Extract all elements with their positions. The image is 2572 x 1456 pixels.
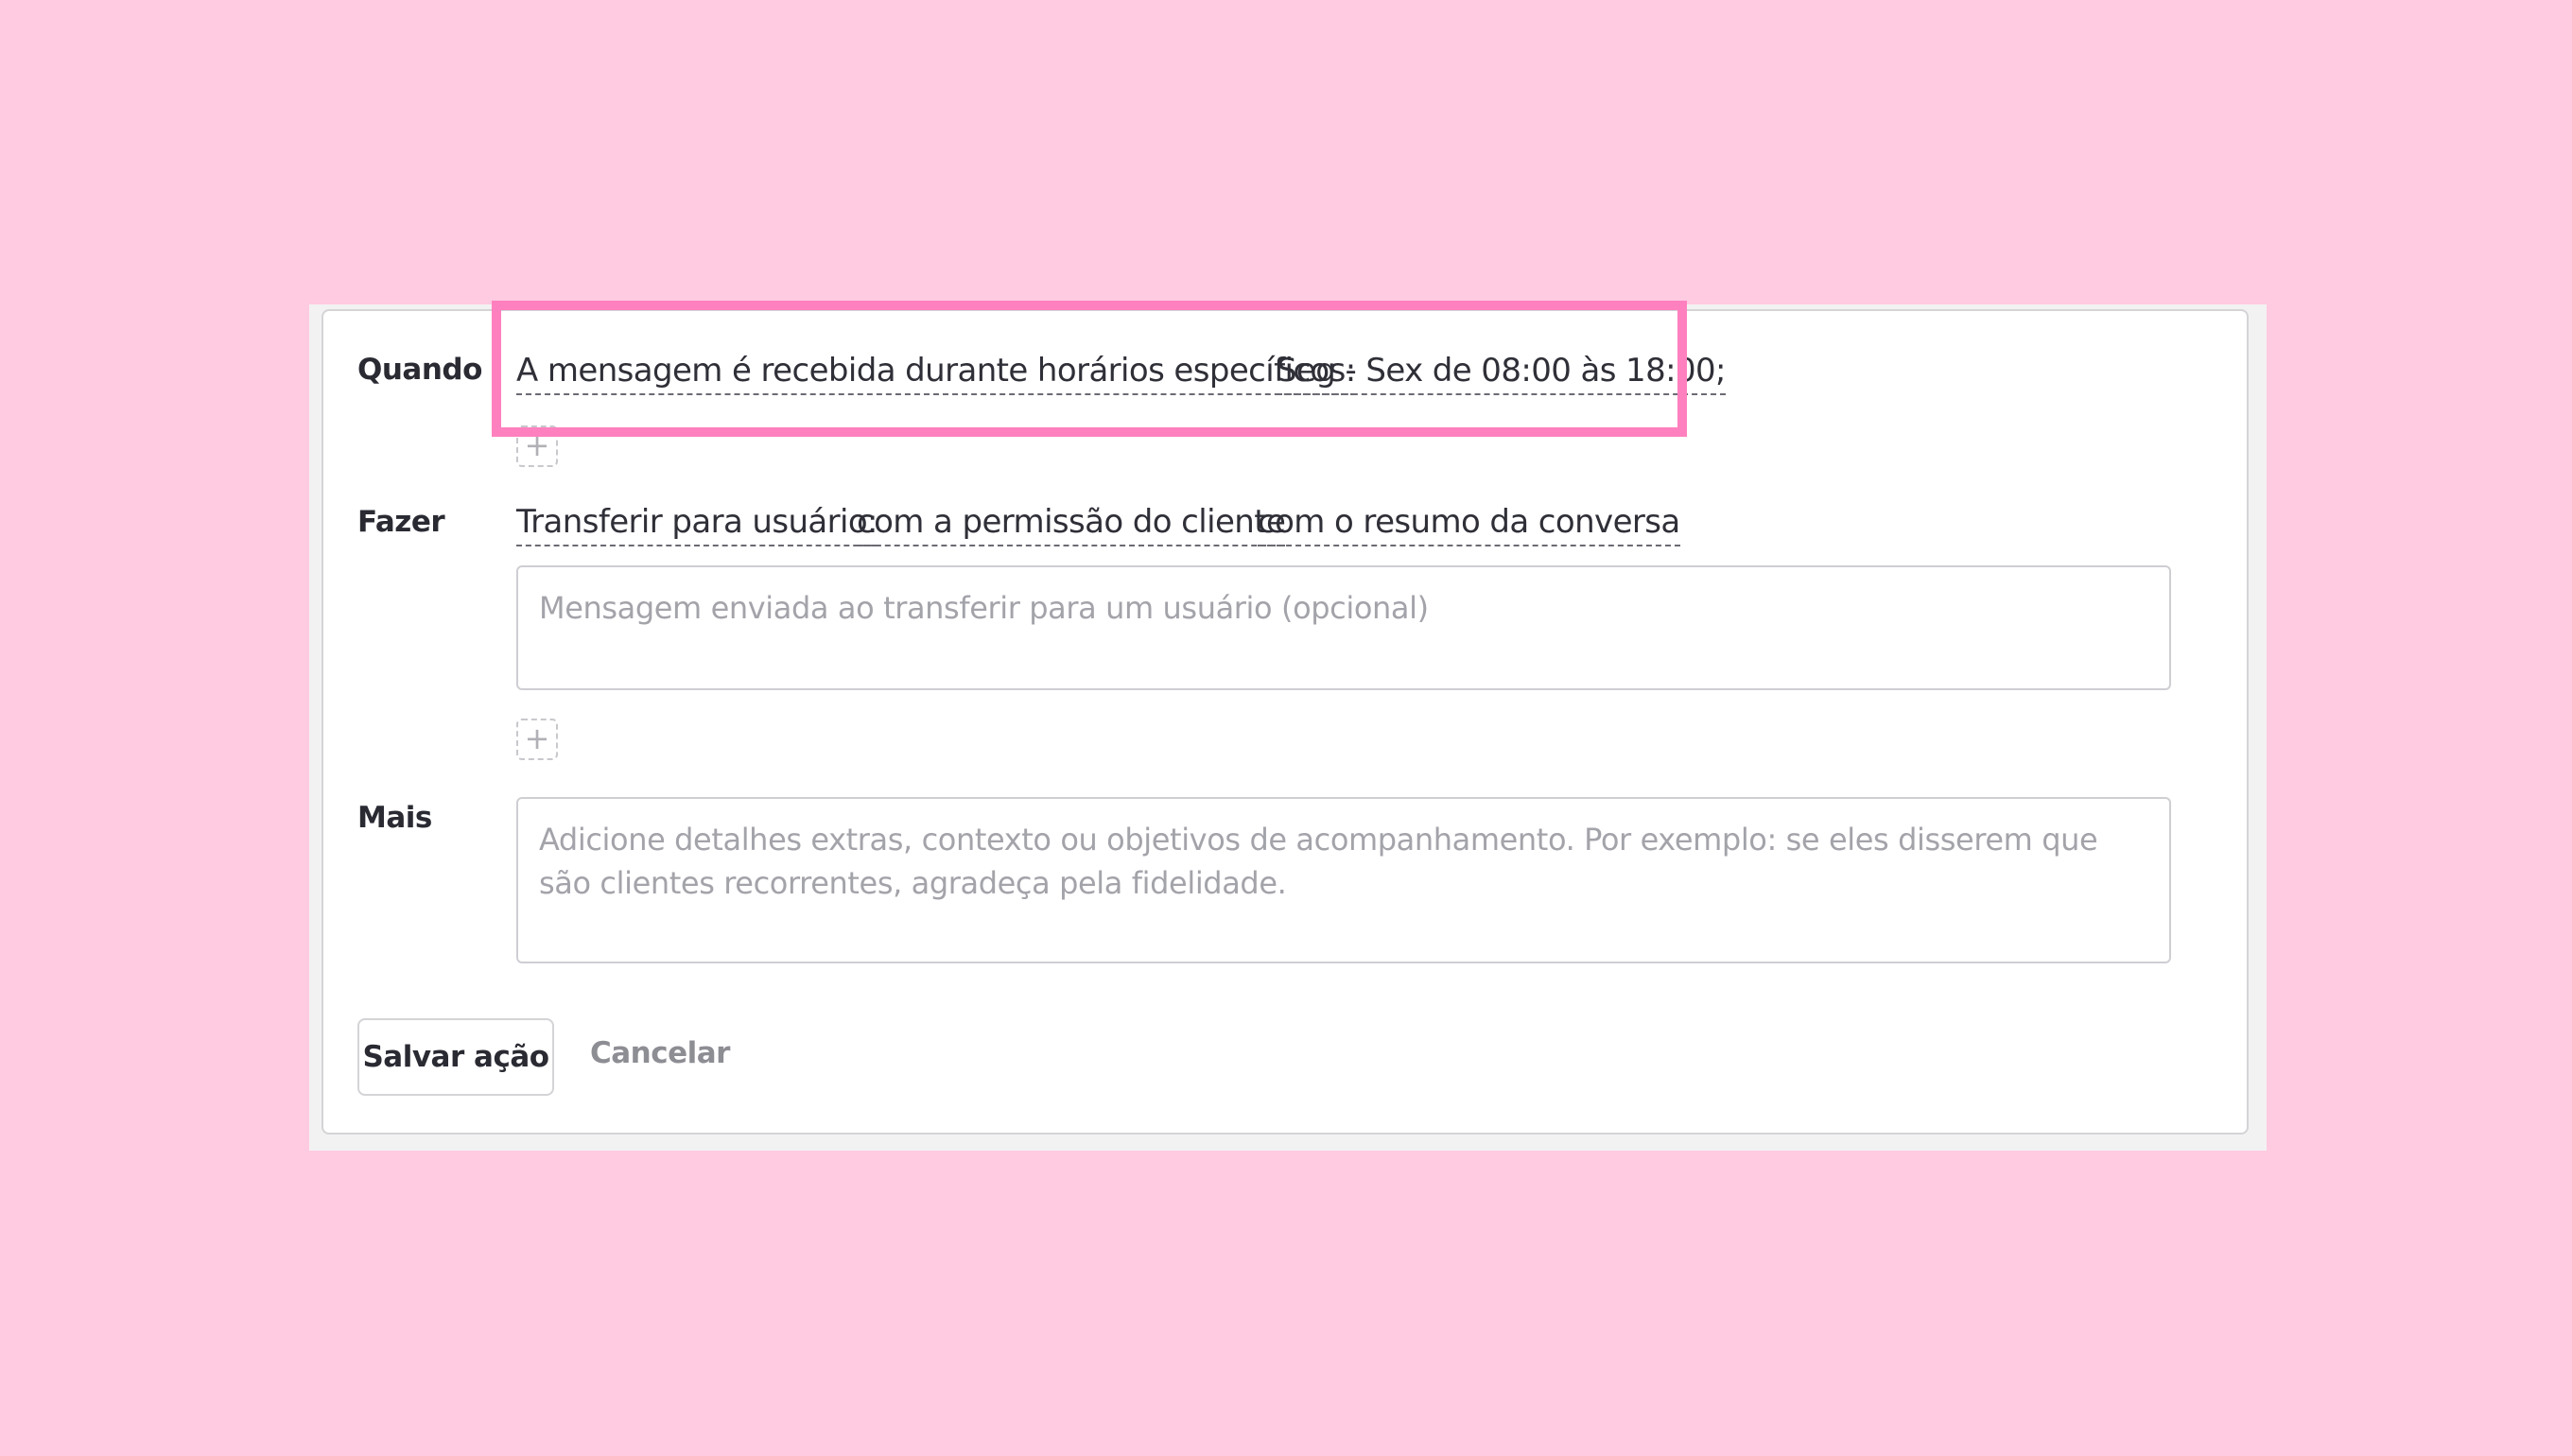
do-label: Fazer [357, 505, 445, 539]
plus-icon: + [524, 720, 550, 756]
plus-icon: + [524, 427, 550, 463]
when-schedule-chip[interactable]: Seg - Sex de 08:00 às 18:00; [1277, 350, 1726, 395]
more-details-input[interactable] [516, 797, 2171, 963]
add-action-button[interactable]: + [516, 719, 558, 760]
do-summary-chip[interactable]: com o resumo da conversa [1258, 501, 1680, 546]
when-condition-chip[interactable]: A mensagem é recebida durante horários e… [516, 350, 1356, 395]
add-condition-button[interactable]: + [516, 425, 558, 467]
do-action-chip[interactable]: Transferir para usuário: [516, 501, 878, 546]
when-label: Quando [357, 353, 482, 387]
do-permission-chip[interactable]: com a permissão do cliente [857, 501, 1286, 546]
more-label: Mais [357, 801, 432, 835]
action-editor-card [322, 309, 2249, 1135]
cancel-button[interactable]: Cancelar [590, 1036, 730, 1070]
save-action-button[interactable]: Salvar ação [357, 1018, 554, 1096]
transfer-message-input[interactable] [516, 565, 2171, 690]
